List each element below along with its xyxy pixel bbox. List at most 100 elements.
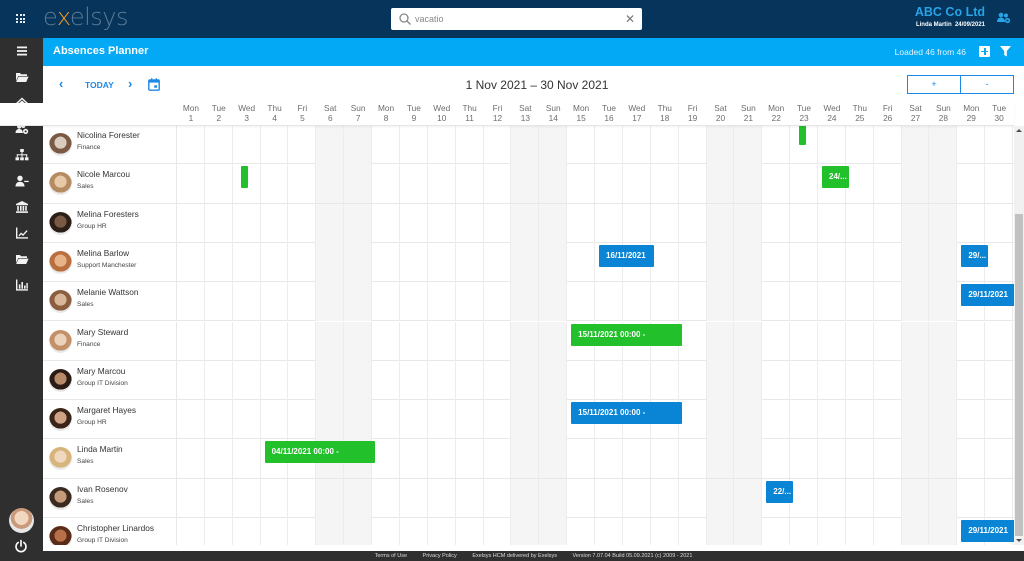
day-cell[interactable] (734, 478, 763, 518)
day-cell[interactable] (818, 400, 846, 440)
day-cell[interactable] (400, 439, 428, 479)
day-cell[interactable] (762, 126, 791, 164)
day-cell[interactable] (205, 518, 233, 545)
day-cell[interactable] (595, 439, 623, 479)
day-cell[interactable] (929, 478, 958, 518)
day-cell[interactable] (288, 164, 317, 204)
day-cell[interactable] (874, 203, 902, 243)
day-cell[interactable] (288, 478, 317, 518)
day-cell[interactable] (734, 242, 763, 282)
day-cell[interactable] (762, 203, 791, 243)
day-cell[interactable] (316, 478, 345, 518)
day-cell[interactable] (484, 203, 512, 243)
day-cell[interactable] (985, 439, 1014, 479)
day-cell[interactable] (623, 126, 651, 164)
day-cell[interactable] (929, 242, 958, 282)
absence-bar[interactable]: 04/11/2021 00:00 - (264, 441, 376, 464)
day-cell[interactable] (511, 439, 540, 479)
day-cell[interactable] (762, 439, 791, 479)
scroll-down-arrow[interactable] (1016, 539, 1022, 542)
day-cell[interactable] (734, 282, 763, 322)
day-cell[interactable] (734, 203, 763, 243)
day-cell[interactable] (511, 282, 540, 322)
day-cell[interactable] (901, 203, 930, 243)
day-cell[interactable] (985, 203, 1014, 243)
users-cog-icon[interactable] (997, 12, 1011, 24)
day-cell[interactable] (762, 242, 791, 282)
employee-cell[interactable]: Linda Martin Sales (43, 439, 177, 479)
day-cell[interactable] (706, 242, 735, 282)
day-cell[interactable] (400, 478, 428, 518)
day-cell[interactable] (484, 478, 512, 518)
day-cell[interactable] (400, 360, 428, 400)
day-cell[interactable] (456, 126, 484, 164)
day-cell[interactable] (428, 164, 456, 204)
day-cell[interactable] (261, 164, 289, 204)
day-cell[interactable] (372, 126, 400, 164)
day-cell[interactable] (316, 360, 345, 400)
company-name[interactable]: ABC Co Ltd (915, 5, 985, 19)
day-cell[interactable] (790, 242, 818, 282)
apps-grid-icon[interactable] (16, 14, 25, 23)
day-cell[interactable] (428, 400, 456, 440)
day-cell[interactable] (372, 242, 400, 282)
day-cell[interactable] (790, 478, 818, 518)
day-cell[interactable] (651, 203, 679, 243)
day-cell[interactable] (400, 282, 428, 322)
day-cell[interactable] (316, 282, 345, 322)
day-cell[interactable] (456, 242, 484, 282)
day-cell[interactable] (344, 164, 373, 204)
day-cell[interactable] (651, 164, 679, 204)
absence-bar[interactable]: 29/11/2021 (961, 520, 1014, 542)
day-cell[interactable] (456, 360, 484, 400)
day-cell[interactable] (706, 282, 735, 322)
day-cell[interactable] (233, 203, 261, 243)
day-cell[interactable] (428, 360, 456, 400)
day-cell[interactable] (233, 439, 261, 479)
day-cell[interactable] (901, 518, 930, 545)
employee-cell[interactable]: Melanie Wattson Sales (43, 282, 177, 322)
day-cell[interactable] (595, 478, 623, 518)
day-cell[interactable] (344, 203, 373, 243)
day-cell[interactable] (344, 400, 373, 440)
day-cell[interactable] (595, 282, 623, 322)
day-cell[interactable] (428, 518, 456, 545)
day-cell[interactable] (511, 518, 540, 545)
day-cell[interactable] (901, 439, 930, 479)
day-cell[interactable] (539, 439, 568, 479)
day-cell[interactable] (233, 242, 261, 282)
day-cell[interactable] (929, 282, 958, 322)
day-cell[interactable] (901, 164, 930, 204)
day-cell[interactable] (233, 360, 261, 400)
day-cell[interactable] (706, 518, 735, 545)
day-cell[interactable] (372, 400, 400, 440)
day-cell[interactable] (623, 439, 651, 479)
day-cell[interactable] (484, 282, 512, 322)
day-cell[interactable] (484, 360, 512, 400)
day-cell[interactable] (456, 282, 484, 322)
day-cell[interactable] (957, 478, 986, 518)
day-cell[interactable] (288, 360, 317, 400)
day-cell[interactable] (428, 321, 456, 361)
day-cell[interactable] (567, 164, 596, 204)
day-cell[interactable] (567, 518, 596, 545)
day-cell[interactable] (539, 321, 568, 361)
sidebar-item-organisation[interactable] (0, 142, 43, 168)
day-cell[interactable] (901, 282, 930, 322)
day-cell[interactable] (400, 203, 428, 243)
day-cell[interactable] (261, 203, 289, 243)
day-cell[interactable] (901, 360, 930, 400)
day-cell[interactable] (679, 321, 707, 361)
day-cell[interactable] (874, 360, 902, 400)
day-cell[interactable] (679, 242, 707, 282)
day-cell[interactable] (790, 439, 818, 479)
day-cell[interactable] (623, 518, 651, 545)
day-cell[interactable] (623, 164, 651, 204)
day-cell[interactable] (929, 164, 958, 204)
day-cell[interactable] (734, 360, 763, 400)
day-cell[interactable] (874, 321, 902, 361)
day-cell[interactable] (205, 203, 233, 243)
day-cell[interactable] (874, 400, 902, 440)
day-cell[interactable] (372, 203, 400, 243)
day-cell[interactable] (985, 321, 1014, 361)
